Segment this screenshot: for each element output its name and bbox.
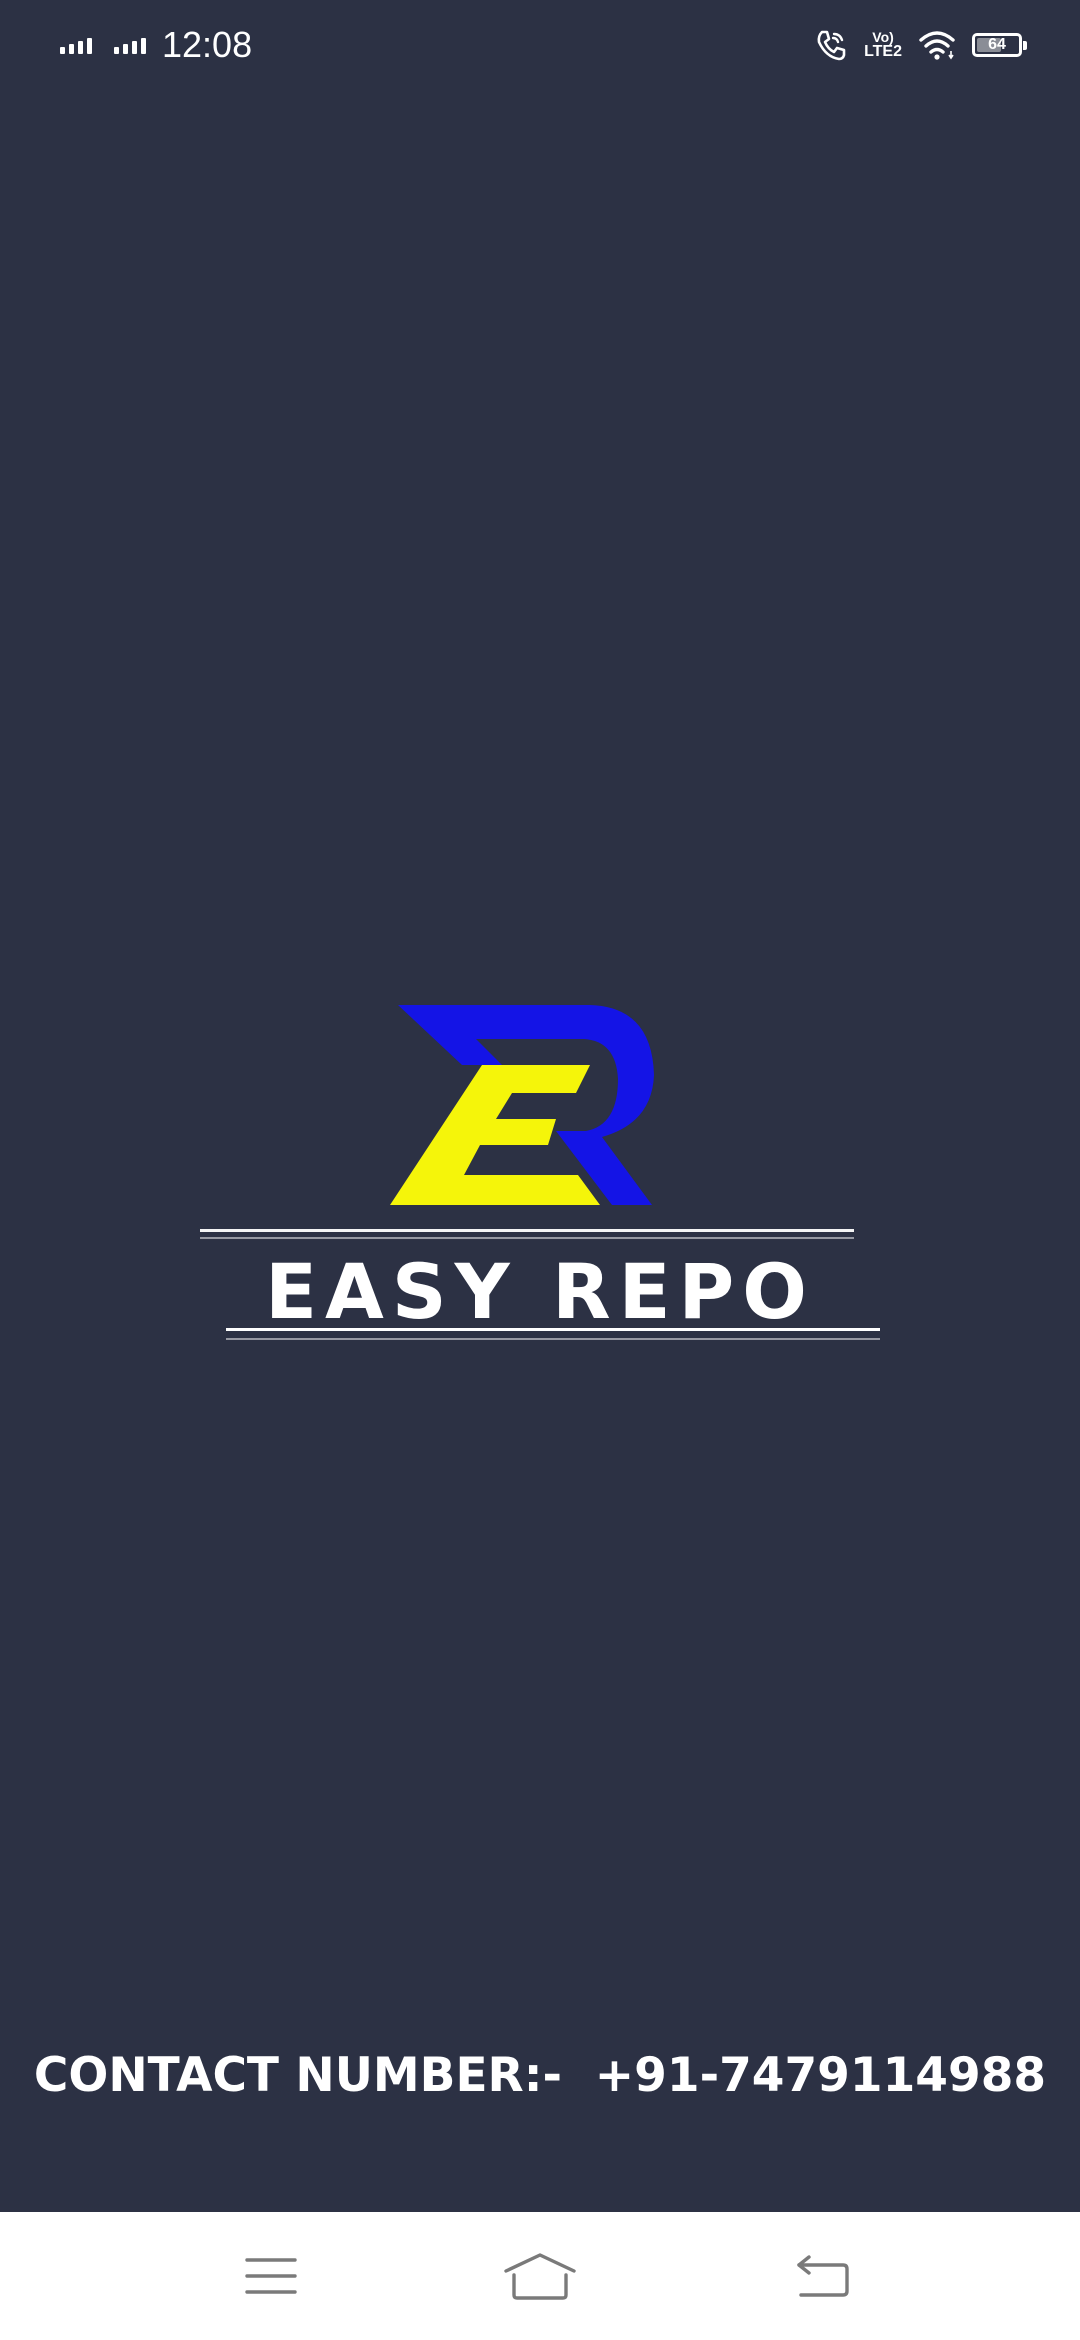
status-bar: 12:08 Vo) LTE2 64 <box>0 0 1080 90</box>
battery-level: 64 <box>988 36 1006 53</box>
battery-icon: 64 <box>972 33 1027 57</box>
brand-name: EASY REPO <box>265 1247 815 1336</box>
wordmark-top-line-faint <box>200 1237 854 1239</box>
menu-icon <box>245 2258 297 2294</box>
signal-sim1-icon <box>60 36 92 54</box>
contact-number-text: CONTACT NUMBER:- +91-7479114988 <box>33 2048 1047 2103</box>
wordmark-bottom-line <box>226 1328 880 1331</box>
wifi-calling-icon <box>817 30 846 61</box>
easy-repo-logo-icon <box>390 1005 654 1205</box>
wordmark-top-line <box>200 1229 854 1232</box>
wordmark-bottom-line-faint <box>226 1338 880 1340</box>
navigation-bar <box>0 2212 1080 2340</box>
home-button[interactable] <box>500 2236 580 2316</box>
back-button[interactable] <box>783 2236 863 2316</box>
back-icon <box>797 2255 849 2297</box>
lte-label: LTE2 <box>864 43 902 60</box>
menu-button[interactable] <box>231 2236 311 2316</box>
signal-sim2-icon <box>114 36 146 54</box>
splash-screen: 12:08 Vo) LTE2 64 EASY REPO CONTACT NUMB… <box>0 0 1080 2340</box>
status-left: 12:08 <box>60 20 252 70</box>
volte-icon: Vo) LTE2 <box>864 30 902 60</box>
status-right: Vo) LTE2 64 <box>814 22 1027 68</box>
volte-label: Vo) <box>872 29 894 45</box>
status-time: 12:08 <box>162 24 253 65</box>
home-icon <box>504 2253 576 2300</box>
brand-wordmark: EASY REPO <box>200 1225 880 1345</box>
wifi-icon <box>919 31 955 60</box>
